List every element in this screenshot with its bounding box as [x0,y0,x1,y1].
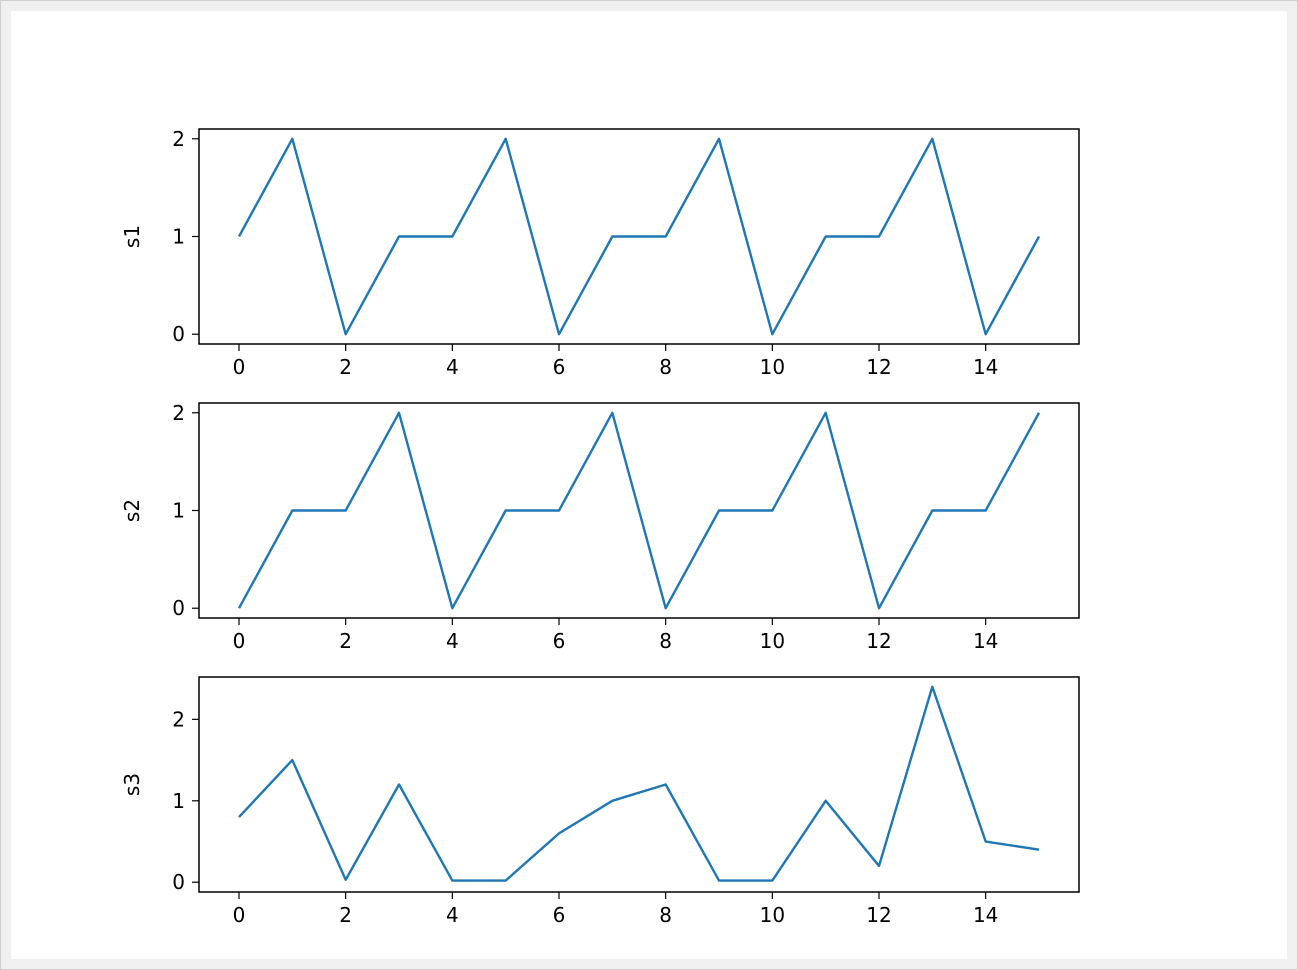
figure-svg: 02468101214012s102468101214012s202468101… [11,11,1287,959]
x-tick-label: 2 [339,903,352,927]
x-tick-label: 6 [553,629,566,653]
x-tick-label: 4 [446,903,459,927]
x-tick-label: 14 [973,903,998,927]
x-tick-label: 10 [760,355,785,379]
subplot-1: 02468101214012s1 [120,127,1079,379]
x-tick-label: 12 [866,629,891,653]
series-line-s2 [239,413,1039,608]
y-tick-label: 2 [172,401,185,425]
y-tick-label: 0 [172,870,185,894]
y-tick-label: 2 [172,707,185,731]
x-tick-label: 8 [659,355,672,379]
x-tick-label: 6 [553,903,566,927]
x-tick-label: 4 [446,629,459,653]
x-tick-label: 10 [760,629,785,653]
y-tick-label: 0 [172,322,185,346]
x-tick-label: 8 [659,903,672,927]
x-tick-label: 0 [233,903,246,927]
axes-frame [199,677,1079,892]
x-tick-label: 8 [659,629,672,653]
x-tick-label: 6 [553,355,566,379]
x-tick-label: 4 [446,355,459,379]
subplot-2: 02468101214012s2 [120,401,1079,653]
y-axis-label: s3 [120,773,144,796]
x-tick-label: 2 [339,355,352,379]
y-tick-label: 1 [172,499,185,523]
subplot-3: 02468101214012s3 [120,677,1079,927]
y-tick-label: 0 [172,596,185,620]
x-tick-label: 0 [233,355,246,379]
y-axis-label: s1 [120,225,144,248]
notebook-output-cell: 02468101214012s102468101214012s202468101… [0,0,1298,970]
x-tick-label: 0 [233,629,246,653]
x-tick-label: 10 [760,903,785,927]
x-tick-label: 14 [973,629,998,653]
y-tick-label: 2 [172,127,185,151]
y-axis-label: s2 [120,499,144,522]
series-line-s3 [239,687,1039,881]
x-tick-label: 2 [339,629,352,653]
y-tick-label: 1 [172,789,185,813]
y-tick-label: 1 [172,225,185,249]
figure: 02468101214012s102468101214012s202468101… [11,11,1287,959]
x-tick-label: 14 [973,355,998,379]
series-line-s1 [239,139,1039,334]
x-tick-label: 12 [866,903,891,927]
x-tick-label: 12 [866,355,891,379]
